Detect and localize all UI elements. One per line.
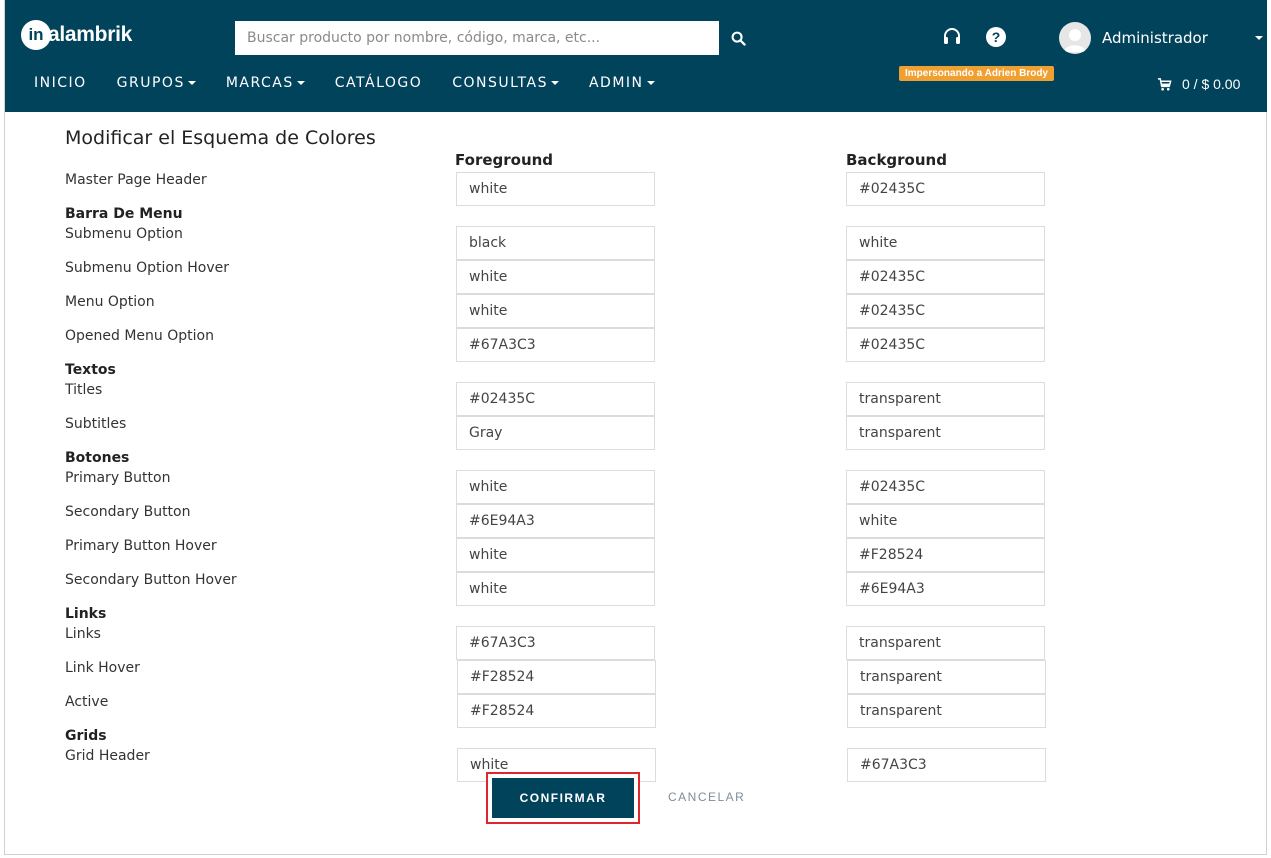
nav-item-grupos[interactable]: GRUPOS [117,72,196,94]
background-field[interactable] [846,172,1045,206]
background-field[interactable] [846,416,1045,450]
section-label-buttons: Botones [65,450,130,466]
nav-label: ADMIN [588,75,644,91]
nav-item-admin[interactable]: ADMIN [589,72,655,94]
search-icon [731,31,746,46]
background-field[interactable] [847,694,1046,728]
help-icon[interactable]: ? [986,27,1006,47]
background-field[interactable] [847,660,1046,694]
row-label: Subtitles [65,416,127,432]
foreground-field[interactable] [456,538,655,572]
nav-label: GRUPOS [116,75,185,91]
background-field[interactable] [846,226,1045,260]
cart-total: 0 / $ 0.00 [1182,76,1241,92]
section-label-grids: Grids [65,728,107,744]
impersonation-badge: Impersonando a Adrien Brody [899,66,1054,81]
foreground-column-header: Foreground [455,151,554,169]
cart-summary[interactable]: 0 / $ 0.00 [1157,76,1240,92]
nav-label: CONSULTAS [452,75,548,91]
row-label: Link Hover [65,660,140,676]
row-label: Submenu Option [65,226,183,242]
section-label-links: Links [65,606,107,622]
row-label: Primary Button [65,470,171,486]
search-input[interactable] [235,21,719,55]
nav-label: CATÁLOGO [334,75,423,91]
row-label: Links [65,626,101,642]
foreground-field[interactable] [456,382,655,416]
nav-item-catalogo[interactable]: CATÁLOGO [335,72,423,94]
background-field[interactable] [846,504,1045,538]
background-field[interactable] [846,538,1045,572]
background-field[interactable] [846,470,1045,504]
row-label: Titles [65,382,103,398]
chevron-down-icon [187,81,196,85]
avatar[interactable] [1059,22,1091,54]
logo-text: alambrik [48,23,132,46]
nav-label: INICIO [34,75,87,91]
chevron-down-icon [296,81,305,85]
row-label: Primary Button Hover [65,538,217,554]
background-field[interactable] [846,294,1045,328]
background-column-header: Background [846,151,947,169]
nav-item-marcas[interactable]: MARCAS [226,72,305,94]
page-title: Modificar el Esquema de Colores [65,127,376,149]
row-label: Menu Option [65,294,155,310]
headset-icon[interactable] [941,26,963,48]
row-label: Secondary Button [65,504,191,520]
nav-item-consultas[interactable]: CONSULTAS [452,72,559,94]
confirm-button-highlight: CONFIRMAR [486,772,640,824]
foreground-field[interactable] [456,260,655,294]
foreground-field[interactable] [456,294,655,328]
background-field[interactable] [846,260,1045,294]
foreground-field[interactable] [456,504,655,538]
section-label-texts: Textos [65,362,116,378]
background-field[interactable] [846,328,1045,362]
background-field[interactable] [846,572,1045,606]
foreground-field[interactable] [456,626,655,660]
user-name[interactable]: Administrador [1102,29,1208,47]
chevron-down-icon [646,81,655,85]
foreground-field[interactable] [456,328,655,362]
main-nav: INICIO GRUPOS MARCAS CATÁLOGO CONSULTAS … [5,72,685,94]
row-label: Opened Menu Option [65,328,214,344]
foreground-field[interactable] [456,572,655,606]
row-label: Submenu Option Hover [65,260,230,276]
foreground-field[interactable] [456,470,655,504]
cancel-button[interactable]: CANCELAR [668,790,745,804]
nav-item-inicio[interactable]: INICIO [34,72,87,94]
logo[interactable]: in alambrik [21,18,132,52]
foreground-field[interactable] [456,416,655,450]
search-button[interactable] [723,24,753,52]
chevron-down-icon [550,81,559,85]
background-field[interactable] [846,626,1045,660]
row-label: Grid Header [65,748,150,764]
background-field[interactable] [846,382,1045,416]
confirm-button[interactable]: CONFIRMAR [492,778,634,818]
top-header: in alambrik ? Administrador Impersonando… [5,0,1267,112]
section-label-menu: Barra De Menu [65,206,183,222]
cart-icon [1157,77,1172,90]
chevron-down-icon[interactable] [1255,36,1263,40]
foreground-field[interactable] [456,226,655,260]
row-label: Master Page Header [65,172,207,188]
row-label: Active [65,694,109,710]
foreground-field[interactable] [457,660,656,694]
background-field[interactable] [847,748,1046,782]
foreground-field[interactable] [457,694,656,728]
logo-mark: in [21,20,51,50]
row-label: Secondary Button Hover [65,572,237,588]
nav-label: MARCAS [225,75,294,91]
foreground-field[interactable] [456,172,655,206]
